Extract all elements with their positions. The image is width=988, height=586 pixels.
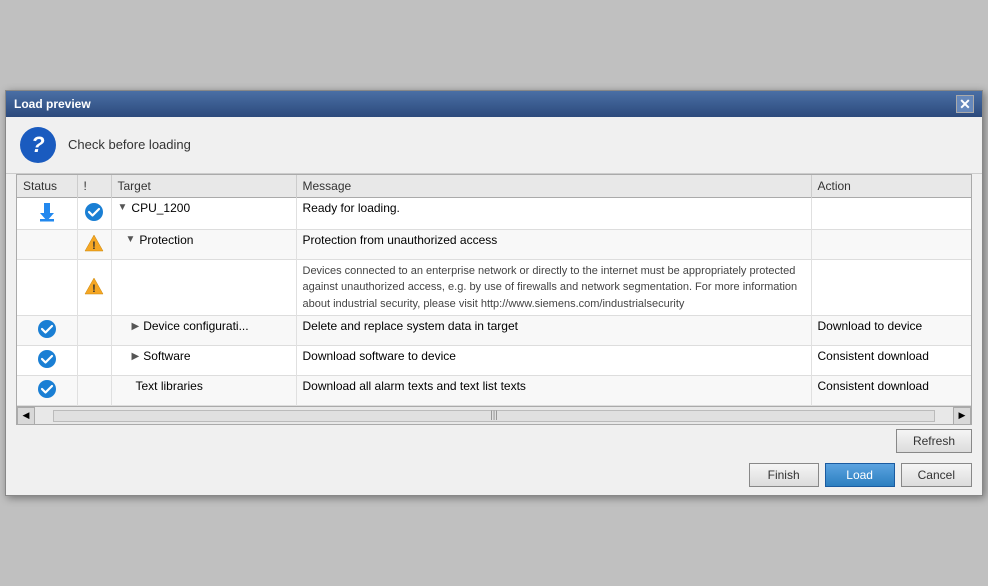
target-label: CPU_1200 (131, 201, 190, 215)
target-label: Text libraries (136, 379, 203, 393)
bang-cell (77, 316, 111, 346)
message-cell: Ready for loading. (296, 197, 811, 229)
message-cell: Devices connected to an enterprise netwo… (296, 259, 811, 315)
question-icon: ? (20, 127, 56, 163)
svg-text:!: ! (92, 283, 96, 295)
status-cell (17, 346, 77, 376)
action-cell: Download to device (811, 316, 971, 346)
warning-icon: ! (84, 276, 104, 296)
expand-arrow[interactable]: ▼ (126, 234, 136, 245)
main-table: Status ! Target Message Action (17, 175, 971, 406)
table-row: ▶ Software Download software to device C… (17, 346, 971, 376)
col-header-bang: ! (77, 175, 111, 198)
dialog-header: ? Check before loading (6, 117, 982, 174)
message-cell: Download software to device (296, 346, 811, 376)
message-text: Ready for loading. (303, 201, 400, 215)
status-cell (17, 259, 77, 315)
table-row: ! Devices connected to an enterprise net… (17, 259, 971, 315)
target-cell: ▼ CPU_1200 (111, 197, 296, 229)
expand-arrow[interactable]: ▶ (132, 351, 140, 362)
action-text: Download to device (818, 319, 923, 333)
header-text: Check before loading (68, 137, 191, 152)
check-circle-icon (37, 379, 57, 399)
finish-button[interactable]: Finish (749, 463, 819, 487)
download-arrow-icon (36, 201, 58, 223)
status-cell (17, 197, 77, 229)
expand-arrow[interactable]: ▶ (132, 321, 140, 332)
col-header-message: Message (296, 175, 811, 198)
cancel-button[interactable]: Cancel (901, 463, 972, 487)
svg-text:!: ! (92, 240, 96, 252)
table-row: ! ▼ Protection Protection from unauthori… (17, 229, 971, 259)
target-cell: ▶ Software (111, 346, 296, 376)
table-row: ▶ Device configurati... Delete and repla… (17, 316, 971, 346)
bang-cell: ! (77, 229, 111, 259)
action-cell: Consistent download (811, 346, 971, 376)
message-text: Protection from unauthorized access (303, 233, 498, 247)
message-text: Devices connected to an enterprise netwo… (303, 265, 798, 310)
target-cell: ▼ Protection (111, 229, 296, 259)
status-cell (17, 376, 77, 406)
table-container: Status ! Target Message Action (16, 174, 972, 407)
title-bar: Load preview ✕ (6, 91, 982, 117)
col-header-target: Target (111, 175, 296, 198)
action-text: Consistent download (818, 349, 929, 363)
table-header-row: Status ! Target Message Action (17, 175, 971, 198)
action-cell (811, 259, 971, 315)
col-header-status: Status (17, 175, 77, 198)
bang-cell (77, 376, 111, 406)
dialog-title: Load preview (14, 97, 91, 111)
horizontal-scrollbar[interactable]: ◀ ||| ▶ (16, 407, 972, 425)
target-cell: Text libraries (111, 376, 296, 406)
action-text: Consistent download (818, 379, 929, 393)
refresh-button[interactable]: Refresh (896, 429, 972, 453)
target-cell (111, 259, 296, 315)
action-cell: Consistent download (811, 376, 971, 406)
col-header-action: Action (811, 175, 971, 198)
status-cell (17, 229, 77, 259)
table-wrapper: Status ! Target Message Action (16, 174, 972, 425)
message-cell: Delete and replace system data in target (296, 316, 811, 346)
message-text: Download all alarm texts and text list t… (303, 379, 526, 393)
status-cell (17, 316, 77, 346)
refresh-area: Refresh (6, 425, 982, 455)
load-preview-dialog: Load preview ✕ ? Check before loading St… (5, 90, 983, 496)
bang-cell (77, 197, 111, 229)
target-label: Device configurati... (143, 319, 248, 333)
message-cell: Download all alarm texts and text list t… (296, 376, 811, 406)
target-cell: ▶ Device configurati... (111, 316, 296, 346)
expand-arrow[interactable]: ▼ (118, 202, 128, 213)
scroll-right-button[interactable]: ▶ (953, 407, 971, 425)
check-circle-icon (37, 319, 57, 339)
scrollbar-track[interactable]: ||| (53, 410, 935, 422)
message-cell: Protection from unauthorized access (296, 229, 811, 259)
table-row: Text libraries Download all alarm texts … (17, 376, 971, 406)
close-button[interactable]: ✕ (956, 95, 974, 113)
action-cell (811, 197, 971, 229)
dialog-buttons: Finish Load Cancel (6, 455, 982, 495)
target-label: Software (143, 349, 190, 363)
check-circle-icon (84, 202, 104, 222)
message-text: Download software to device (303, 349, 456, 363)
bang-cell: ! (77, 259, 111, 315)
warning-icon: ! (84, 233, 104, 253)
load-button[interactable]: Load (825, 463, 895, 487)
table-row: ▼ CPU_1200 Ready for loading. (17, 197, 971, 229)
action-cell (811, 229, 971, 259)
check-circle-icon (37, 349, 57, 369)
scroll-left-button[interactable]: ◀ (17, 407, 35, 425)
bang-cell (77, 346, 111, 376)
target-label: Protection (139, 233, 193, 247)
message-text: Delete and replace system data in target (303, 319, 518, 333)
